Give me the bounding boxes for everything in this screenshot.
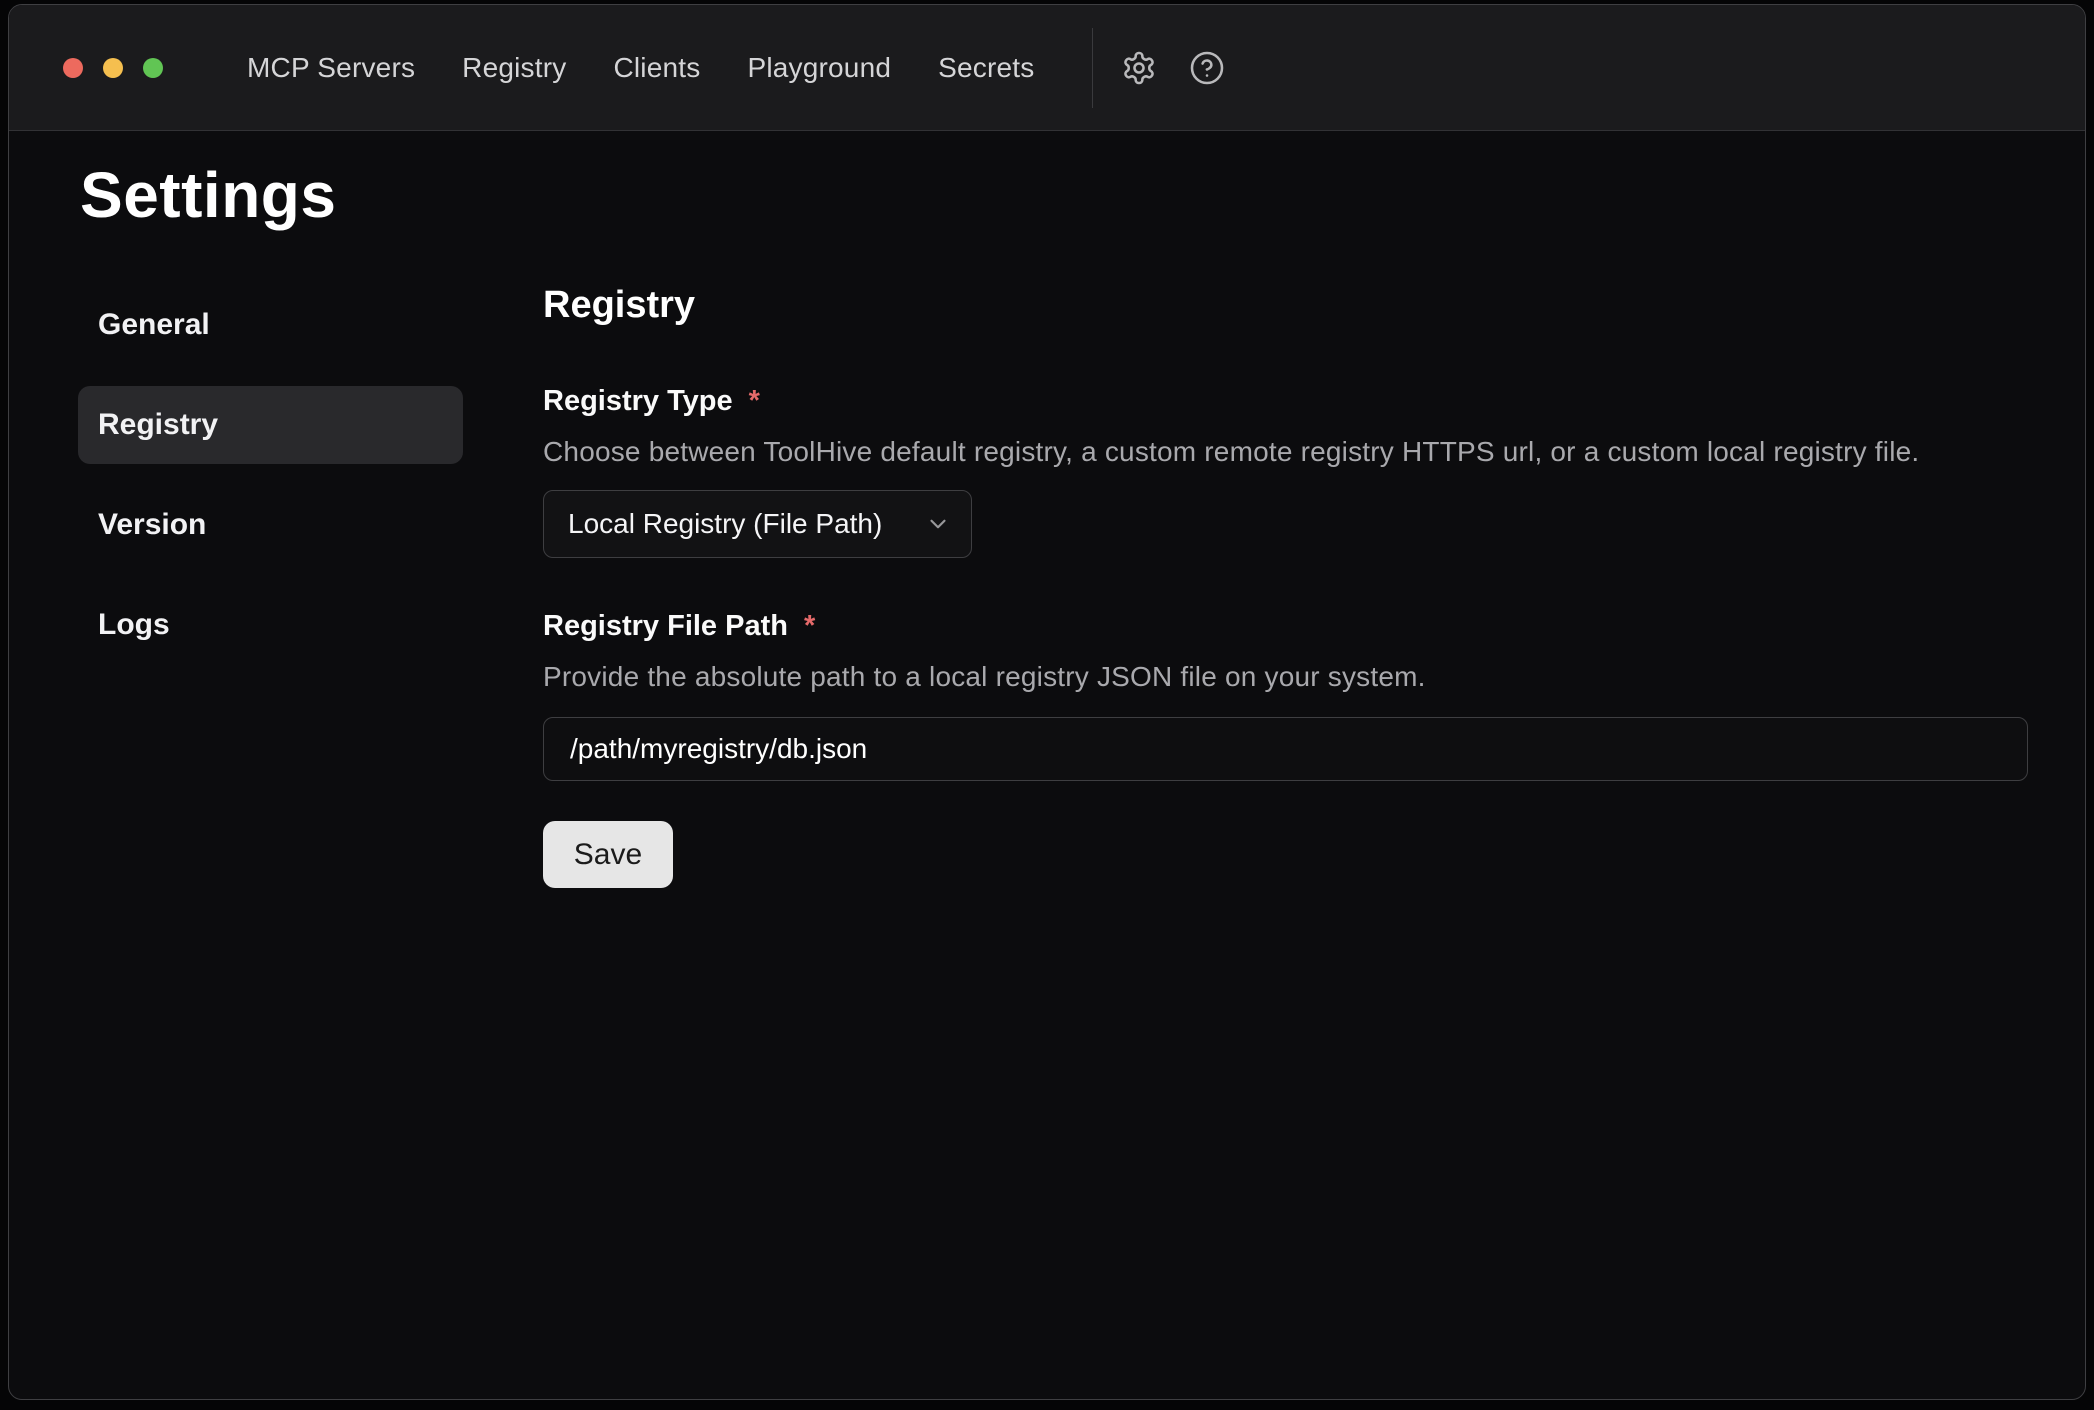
registry-settings-panel: Registry Registry Type * Choose between … bbox=[543, 282, 2028, 889]
close-window-button[interactable] bbox=[63, 58, 83, 78]
titlebar-icons bbox=[1121, 50, 1225, 86]
page-title: Settings bbox=[80, 157, 2085, 234]
sidebar-item-label: Logs bbox=[98, 608, 170, 642]
registry-type-selected-value: Local Registry (File Path) bbox=[568, 508, 882, 540]
sidebar-item-label: Registry bbox=[98, 408, 218, 442]
required-asterisk: * bbox=[804, 610, 815, 643]
zoom-window-button[interactable] bbox=[143, 58, 163, 78]
registry-file-path-input[interactable] bbox=[543, 717, 2028, 781]
nav-item-mcp-servers[interactable]: MCP Servers bbox=[247, 52, 415, 84]
gear-icon[interactable] bbox=[1121, 50, 1157, 86]
registry-file-path-description: Provide the absolute path to a local reg… bbox=[543, 661, 2028, 693]
registry-file-path-label: Registry File Path bbox=[543, 610, 788, 643]
registry-type-label-row: Registry Type * bbox=[543, 385, 2028, 418]
app-window: MCP Servers Registry Clients Playground … bbox=[8, 4, 2086, 1400]
titlebar: MCP Servers Registry Clients Playground … bbox=[9, 5, 2085, 131]
chevron-down-icon bbox=[925, 511, 951, 537]
nav-item-registry[interactable]: Registry bbox=[462, 52, 566, 84]
registry-type-description: Choose between ToolHive default registry… bbox=[543, 436, 2028, 468]
settings-page: Settings General Registry Version Logs bbox=[9, 131, 2085, 888]
registry-type-select[interactable]: Local Registry (File Path) bbox=[543, 490, 972, 558]
titlebar-divider bbox=[1092, 28, 1093, 108]
help-circle-icon[interactable] bbox=[1189, 50, 1225, 86]
sidebar-item-logs[interactable]: Logs bbox=[78, 586, 463, 664]
registry-file-path-label-row: Registry File Path * bbox=[543, 610, 2028, 643]
sidebar-item-registry[interactable]: Registry bbox=[78, 386, 463, 464]
required-asterisk: * bbox=[749, 385, 760, 418]
sidebar-item-general[interactable]: General bbox=[78, 286, 463, 364]
save-button[interactable]: Save bbox=[543, 821, 673, 888]
registry-type-label: Registry Type bbox=[543, 385, 733, 418]
settings-sidebar: General Registry Version Logs bbox=[78, 286, 463, 686]
sidebar-item-label: General bbox=[98, 308, 210, 342]
minimize-window-button[interactable] bbox=[103, 58, 123, 78]
nav-item-playground[interactable]: Playground bbox=[747, 52, 891, 84]
top-nav: MCP Servers Registry Clients Playground … bbox=[247, 52, 1034, 84]
section-heading: Registry bbox=[543, 282, 2028, 330]
nav-item-secrets[interactable]: Secrets bbox=[938, 52, 1034, 84]
sidebar-item-label: Version bbox=[98, 508, 206, 542]
window-controls bbox=[63, 58, 163, 78]
sidebar-item-version[interactable]: Version bbox=[78, 486, 463, 564]
nav-item-clients[interactable]: Clients bbox=[613, 52, 700, 84]
